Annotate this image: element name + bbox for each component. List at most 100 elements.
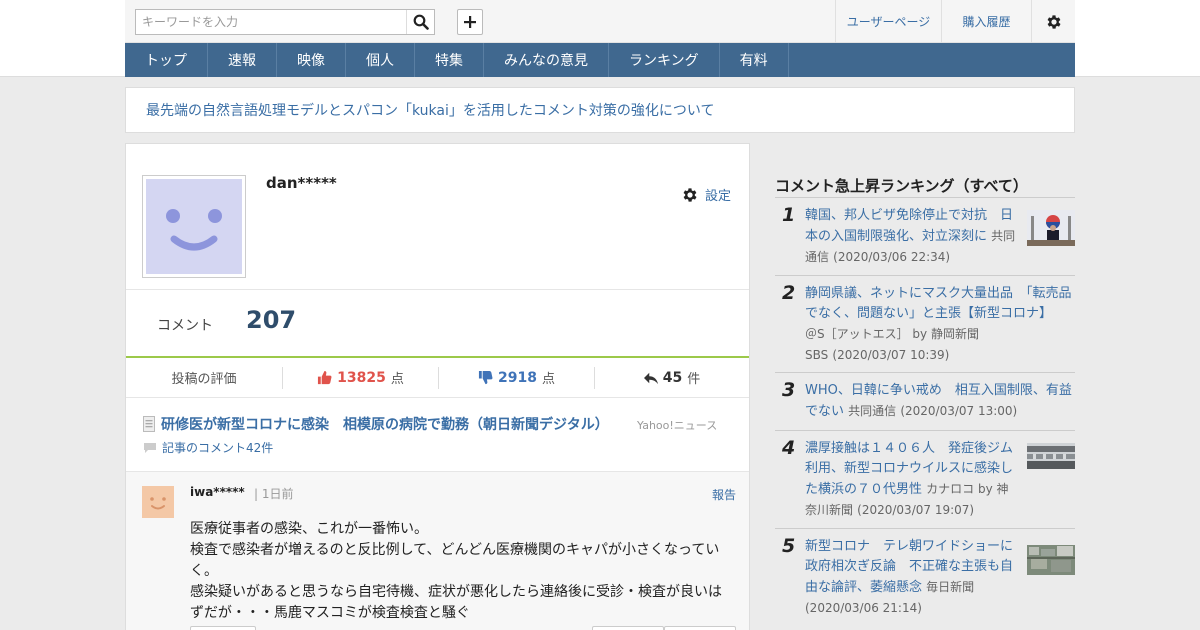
search-input[interactable] — [136, 10, 416, 34]
main-nav: トップ 速報 映像 個人 特集 みんなの意見 ランキング 有料 — [125, 43, 1075, 77]
user-page-link[interactable]: ユーザーページ — [835, 0, 941, 43]
settings-label: 設定 — [704, 189, 731, 204]
evaluation-row: 投稿の評価 13825 点 2918 点 45 件 — [126, 358, 749, 398]
commenter-avatar[interactable] — [142, 486, 174, 518]
ranking-item-title: 韓国、邦人ビザ免除停止で対抗 日本の入国制限強化、対立深刻に — [805, 208, 1014, 244]
notice-banner-link[interactable]: 最先端の自然言語処理モデルとスパコン「kukai」を活用したコメント対策の強化に… — [125, 87, 1075, 133]
rank-number: 2 — [782, 282, 796, 304]
comment-count-label: コメント — [157, 318, 213, 334]
profile-settings-link[interactable]: 設定 — [681, 185, 731, 204]
ranking-thumbnail[interactable] — [1027, 443, 1075, 469]
rank-number: 4 — [782, 437, 796, 459]
avatar-frame — [142, 175, 246, 278]
search-button[interactable] — [406, 10, 434, 34]
article-block: 研修医が新型コロナに感染 相模原の病院で勤務（朝日新聞デジタル） Yahoo!ニ… — [126, 398, 749, 472]
gear-icon — [1047, 14, 1061, 29]
replies-count: 45 — [662, 369, 683, 386]
reply-icon — [643, 372, 658, 384]
nav-paid[interactable]: 有料 — [720, 43, 789, 77]
ranking-item-link[interactable]: 韓国、邦人ビザ免除停止で対抗 日本の入国制限強化、対立深刻に 共同通信 (202… — [805, 206, 1017, 268]
ranking-sidebar: コメント急上昇ランキング（すべて） 1 韓国、邦人ビザ免除停止で対抗 日本の入国… — [775, 175, 1075, 627]
ranking-item-link[interactable]: 濃厚接触は１４０６人 発症後ジム利用、新型コロナウイルスに感染した横浜の７０代男… — [805, 439, 1017, 521]
comment-line: 感染疑いがあると思うなら自宅待機、症状が悪化したら連絡後に受診・検査が良いはずだ… — [190, 584, 722, 621]
korea-press-photo — [1027, 210, 1075, 246]
ranking-item-date: (2020/03/07 19:07) — [857, 503, 975, 517]
gear-icon — [683, 187, 697, 202]
comment-line: 医療従事者の感染、これが一番怖い。 — [190, 521, 428, 537]
add-button[interactable] — [457, 9, 483, 35]
replies-stat: 45 件 — [594, 366, 749, 389]
nav-opinions[interactable]: みんなの意見 — [484, 43, 609, 77]
search-box — [135, 9, 435, 35]
nav-video[interactable]: 映像 — [277, 43, 346, 77]
article-title: 研修医が新型コロナに感染 相模原の病院で勤務（朝日新聞デジタル） — [161, 417, 609, 433]
ranking-item-link[interactable]: 新型コロナ テレ朝ワイドショーに政府相次ぎ反論 不正確な主張も自由な論評、萎縮懸… — [805, 537, 1017, 619]
profile-panel: dan***** 設定 コメント 207 投稿の評価 13825 点 2918 … — [125, 143, 750, 630]
likes-unit: 点 — [390, 372, 404, 387]
profile-username: dan***** — [266, 174, 337, 192]
like-button[interactable] — [592, 626, 664, 630]
ranking-item: 5 新型コロナ テレ朝ワイドショーに政府相次ぎ反論 不正確な主張も自由な論評、萎… — [775, 529, 1075, 627]
rank-number: 1 — [782, 204, 796, 226]
comment-item: iwa***** | 1日前 報告 医療従事者の感染、これが一番怖い。 検査で感… — [126, 472, 749, 630]
ranking-item-date: (2020/03/06 21:14) — [805, 601, 922, 615]
aerial-city-photo — [1027, 545, 1075, 575]
comment-body: 医療従事者の感染、これが一番怖い。 検査で感染者が増えるのと反比例して、どんどん… — [190, 519, 730, 624]
comment-action-button[interactable] — [190, 626, 256, 630]
header-bar: ユーザーページ 購入履歴 — [125, 0, 1075, 43]
article-title-link[interactable]: 研修医が新型コロナに感染 相模原の病院で勤務（朝日新聞デジタル） — [143, 414, 609, 434]
purchase-history-link[interactable]: 購入履歴 — [941, 0, 1031, 43]
dislikes-count: 2918 — [498, 369, 537, 386]
nav-feature[interactable]: 特集 — [415, 43, 484, 77]
ranking-item-source: 共同通信 — [848, 404, 897, 418]
ranking-item-source: 毎日新聞 — [926, 580, 975, 594]
speech-bubble-icon — [144, 442, 156, 453]
smiley-avatar-icon — [150, 497, 166, 510]
ranking-item-date: (2020/03/07 10:39) — [832, 348, 950, 362]
ranking-item-date: (2020/03/07 13:00) — [900, 404, 1018, 418]
ranking-item-title: 新型コロナ テレ朝ワイドショーに政府相次ぎ反論 不正確な主張も自由な論評、萎縮懸… — [805, 539, 1014, 595]
dislike-button[interactable] — [664, 626, 736, 630]
ranking-thumbnail[interactable] — [1027, 545, 1075, 575]
smiley-avatar-icon — [166, 209, 222, 251]
ranking-item-date: (2020/03/06 22:34) — [833, 250, 951, 264]
ranking-thumbnail[interactable] — [1027, 210, 1075, 246]
search-icon — [413, 14, 429, 30]
nav-individual[interactable]: 個人 — [346, 43, 415, 77]
nav-ranking[interactable]: ランキング — [609, 43, 720, 77]
replies-unit: 件 — [687, 372, 701, 387]
ranking-item: 2 静岡県議、ネットにマスク大量出品 「転売品でなく、問題ない」と主張【新型コロ… — [775, 276, 1075, 373]
meta-separator: | — [254, 487, 259, 501]
article-source: Yahoo!ニュース — [637, 419, 718, 432]
ranking-item-title: 静岡県議、ネットにマスク大量出品 「転売品でなく、問題ない」と主張【新型コロナ】 — [805, 286, 1072, 321]
ranking-item: 1 韓国、邦人ビザ免除停止で対抗 日本の入国制限強化、対立深刻に 共同通信 (2… — [775, 198, 1075, 276]
article-comments-link[interactable]: 記事のコメント42件 — [143, 439, 273, 456]
comment-count-row: コメント 207 — [126, 290, 749, 358]
rank-number: 3 — [782, 379, 796, 401]
rank-number: 5 — [782, 535, 796, 557]
commenter-name[interactable]: iwa***** — [190, 485, 245, 499]
settings-gear-button[interactable] — [1031, 0, 1075, 43]
report-link[interactable]: 報告 — [712, 486, 736, 503]
plus-icon — [464, 16, 476, 28]
profile-header: dan***** 設定 — [126, 144, 749, 290]
comment-meta: | 1日前 — [254, 485, 294, 502]
ranking-title: コメント急上昇ランキング（すべて） — [775, 175, 1075, 198]
nav-top[interactable]: トップ — [125, 43, 208, 77]
thumbs-down-icon — [478, 370, 493, 385]
ranking-item: 3 WHO、日韓に争い戒め 相互入国制限、有益でない 共同通信 (2020/03… — [775, 373, 1075, 431]
comment-count-value: 207 — [246, 306, 297, 334]
article-comments-label: 記事のコメント42件 — [162, 441, 274, 455]
avatar — [146, 179, 242, 274]
comment-line: 検査で感染者が増えるのと反比例して、どんどん医療機関のキャパが小さくなっていく。 — [190, 542, 720, 579]
dislikes-stat: 2918 点 — [438, 366, 594, 389]
gym-building-photo — [1027, 443, 1075, 469]
dislikes-unit: 点 — [541, 372, 555, 387]
likes-stat: 13825 点 — [282, 366, 438, 389]
nav-breaking[interactable]: 速報 — [208, 43, 277, 77]
ranking-item-link[interactable]: 静岡県議、ネットにマスク大量出品 「転売品でなく、問題ない」と主張【新型コロナ】… — [805, 284, 1075, 366]
likes-count: 13825 — [337, 369, 386, 386]
ranking-item-link[interactable]: WHO、日韓に争い戒め 相互入国制限、有益でない 共同通信 (2020/03/0… — [805, 381, 1075, 422]
ranking-item: 4 濃厚接触は１４０６人 発症後ジム利用、新型コロナウイルスに感染した横浜の７０… — [775, 431, 1075, 529]
comment-time: 1日前 — [261, 487, 294, 501]
